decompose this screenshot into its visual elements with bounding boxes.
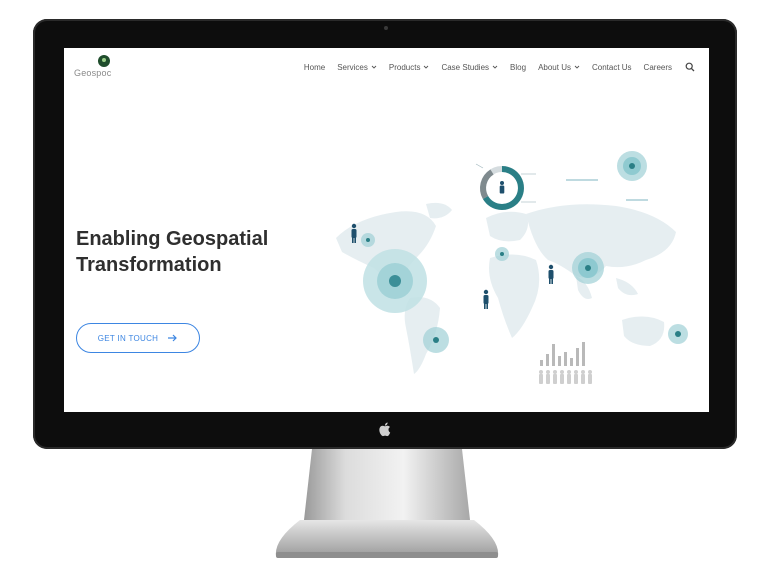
hero-title-line-2: Transformation — [76, 254, 222, 276]
crowd-icons — [539, 370, 592, 384]
website-screen: Geospoc Home Services Products Case Stud… — [64, 48, 709, 412]
nav-item-contact-us[interactable]: Contact Us — [592, 63, 632, 72]
bar-chart-icon — [540, 342, 585, 366]
cta-label: GET IN TOUCH — [97, 333, 159, 343]
logo-text: Geospoc — [74, 68, 112, 78]
apple-logo-icon — [379, 422, 391, 437]
chevron-down-icon — [492, 65, 498, 69]
arrow-right-icon — [168, 334, 178, 342]
search-icon[interactable] — [685, 62, 695, 72]
map-pin-icon — [98, 55, 110, 67]
hero-title-line-1: Enabling Geospatial — [76, 228, 269, 250]
decorative-label-lines — [566, 179, 648, 201]
nav-item-products[interactable]: Products — [389, 63, 430, 72]
nav-item-blog[interactable]: Blog — [510, 63, 526, 72]
nav-item-home[interactable]: Home — [304, 63, 325, 72]
chevron-down-icon — [574, 65, 580, 69]
nav-item-services[interactable]: Services — [337, 63, 377, 72]
chevron-down-icon — [371, 65, 377, 69]
site-logo[interactable]: Geospoc — [72, 55, 142, 81]
nav-item-careers[interactable]: Careers — [644, 63, 672, 72]
hero-title: Enabling Geospatial Transformation — [76, 226, 316, 278]
donut-chart-icon — [475, 163, 536, 210]
world-map-illustration — [336, 151, 688, 384]
get-in-touch-button[interactable]: GET IN TOUCH — [76, 323, 200, 353]
nav-item-about-us[interactable]: About Us — [538, 63, 580, 72]
chevron-down-icon — [424, 65, 429, 69]
camera-icon — [384, 26, 388, 30]
nav-item-case-studies[interactable]: Case Studies — [441, 63, 498, 72]
main-nav: Home Services Products Case Studies Blog… — [292, 62, 695, 72]
